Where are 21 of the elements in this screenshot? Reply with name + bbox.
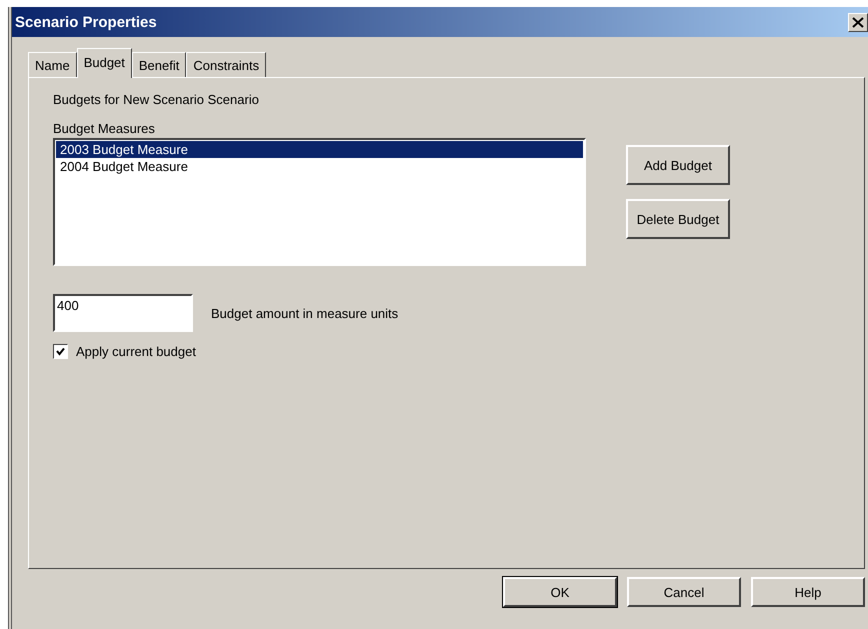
dialog-button[interactable]: OK xyxy=(503,577,617,607)
checkbox[interactable] xyxy=(53,344,68,359)
field-label: Budget amount in measure units xyxy=(211,306,398,320)
section-heading: Budgets for New Scenario Scenario xyxy=(53,92,259,107)
list-item[interactable]: 2004 Budget Measure xyxy=(56,158,583,175)
checkbox-label: Apply current budget xyxy=(76,344,196,359)
close-button[interactable] xyxy=(848,12,868,32)
amount-field[interactable]: 400 xyxy=(53,294,193,332)
tab[interactable]: Benefit xyxy=(132,52,186,77)
tab[interactable]: Budget xyxy=(76,48,132,78)
list-label: Budget Measures xyxy=(53,121,156,136)
window-title: Scenario Properties xyxy=(14,14,157,30)
close-icon xyxy=(852,16,864,28)
list-item[interactable]: 2003 Budget Measure xyxy=(56,141,583,158)
tab[interactable]: Name xyxy=(28,52,77,77)
dialog-button[interactable]: Cancel xyxy=(627,577,741,607)
tab[interactable]: Constraints xyxy=(186,52,266,77)
budget-button[interactable]: Add Budget xyxy=(626,145,730,185)
budget-button[interactable]: Delete Budget xyxy=(626,199,730,239)
check-icon xyxy=(56,347,65,356)
dialog-button[interactable]: Help xyxy=(751,577,865,607)
